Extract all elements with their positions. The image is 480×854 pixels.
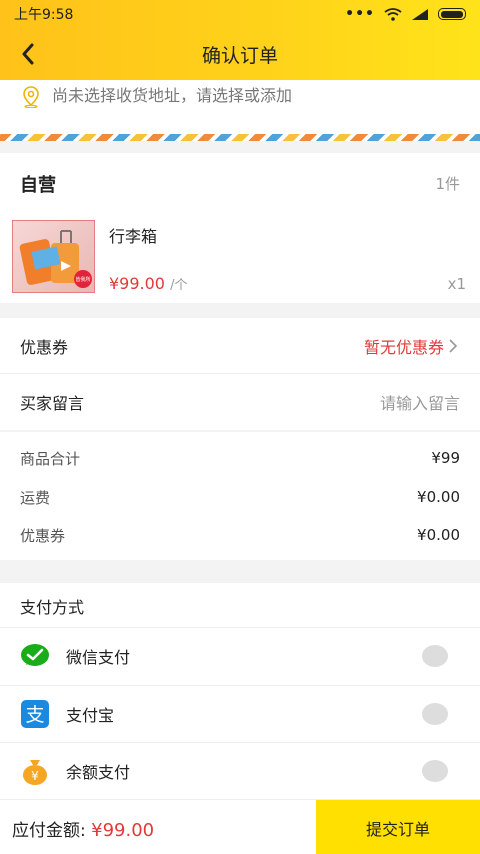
payment-radio[interactable] xyxy=(422,703,448,725)
wechat-pay-icon xyxy=(20,641,50,671)
payment-label: 支付宝 xyxy=(66,706,115,725)
alipay-icon: 支 xyxy=(20,699,50,729)
payment-option-wechat[interactable]: 微信支付 xyxy=(0,627,480,684)
product-badge: 皆我所 xyxy=(75,277,91,283)
summary-row: 商品合计 ¥99 xyxy=(20,443,460,473)
chevron-left-icon xyxy=(22,43,34,65)
options-section: 优惠券 暂无优惠券 买家留言 请输入留言 xyxy=(0,318,480,430)
more-dots-icon: ••• xyxy=(345,6,375,22)
product-name[interactable]: 行李箱 xyxy=(109,223,157,247)
page-title: 确认订单 xyxy=(201,44,278,67)
price-summary: 商品合计 ¥99 运费 ¥0.00 优惠券 ¥0.00 xyxy=(0,432,480,560)
summary-label: 优惠券 xyxy=(20,526,66,545)
address-prompt: 尚未选择收货地址，请选择或添加 xyxy=(52,86,293,105)
price-unit: /个 xyxy=(170,278,188,293)
summary-value: ¥0.00 xyxy=(417,488,460,506)
product-price-value: ¥99.00 xyxy=(109,274,165,293)
status-time: 上午9:58 xyxy=(14,7,74,23)
total-amount: 应付金额: ¥99.00 xyxy=(12,816,154,841)
wifi-icon xyxy=(384,7,402,21)
balance-bag-icon: ¥ xyxy=(20,756,50,786)
status-bar: 上午9:58 ••• xyxy=(0,0,480,28)
summary-label: 商品合计 xyxy=(20,449,81,468)
item-count: 1件 xyxy=(435,175,460,193)
coupon-value: 暂无优惠券 xyxy=(363,337,444,357)
payment-option-balance[interactable]: ¥ 余额支付 xyxy=(0,742,480,799)
message-input[interactable]: 请输入留言 xyxy=(380,390,460,414)
location-pin-icon xyxy=(23,86,39,108)
back-button[interactable] xyxy=(12,38,44,70)
payment-label: 余额支付 xyxy=(66,763,131,782)
coupon-row[interactable]: 优惠券 暂无优惠券 xyxy=(0,318,480,374)
message-row: 买家留言 请输入留言 xyxy=(0,374,480,430)
status-icons: ••• xyxy=(345,6,466,22)
shop-name: 自营 xyxy=(20,175,56,196)
submit-order-button[interactable]: 提交订单 xyxy=(316,800,480,854)
summary-row: 运费 ¥0.00 xyxy=(20,482,460,512)
battery-icon xyxy=(438,8,466,20)
payment-radio[interactable] xyxy=(422,645,448,667)
product-thumbnail[interactable]: 皆我所 xyxy=(12,220,95,293)
payment-title: 支付方式 xyxy=(20,598,85,617)
svg-text:¥: ¥ xyxy=(31,769,39,783)
payment-radio[interactable] xyxy=(422,760,448,782)
address-selector[interactable]: 尚未选择收货地址，请选择或添加 xyxy=(0,80,480,134)
message-label: 买家留言 xyxy=(20,394,85,413)
summary-row: 优惠券 ¥0.00 xyxy=(20,520,460,550)
summary-label: 运费 xyxy=(20,488,51,507)
shop-section: 自营 1件 皆我所 行李箱 ¥99.00 /个 x1 xyxy=(0,153,480,303)
signal-icon xyxy=(412,8,428,20)
total-label: 应付金额: xyxy=(12,821,86,841)
envelope-stripe-divider xyxy=(0,134,480,141)
svg-text:支: 支 xyxy=(25,704,44,726)
product-price: ¥99.00 /个 xyxy=(109,274,187,293)
summary-value: ¥0.00 xyxy=(417,526,460,544)
total-value: ¥99.00 xyxy=(91,820,155,841)
payment-section: 支付方式 微信支付 支 支付宝 ¥ 余额支付 xyxy=(0,583,480,799)
coupon-label: 优惠券 xyxy=(20,337,69,357)
chevron-right-icon xyxy=(449,338,458,353)
summary-value: ¥99 xyxy=(431,449,460,467)
product-quantity: x1 xyxy=(447,275,466,293)
nav-bar: 确认订单 xyxy=(0,28,480,80)
payment-label: 微信支付 xyxy=(66,648,131,667)
checkout-bar: 应付金额: ¥99.00 提交订单 xyxy=(0,799,480,854)
payment-option-alipay[interactable]: 支 支付宝 xyxy=(0,685,480,742)
